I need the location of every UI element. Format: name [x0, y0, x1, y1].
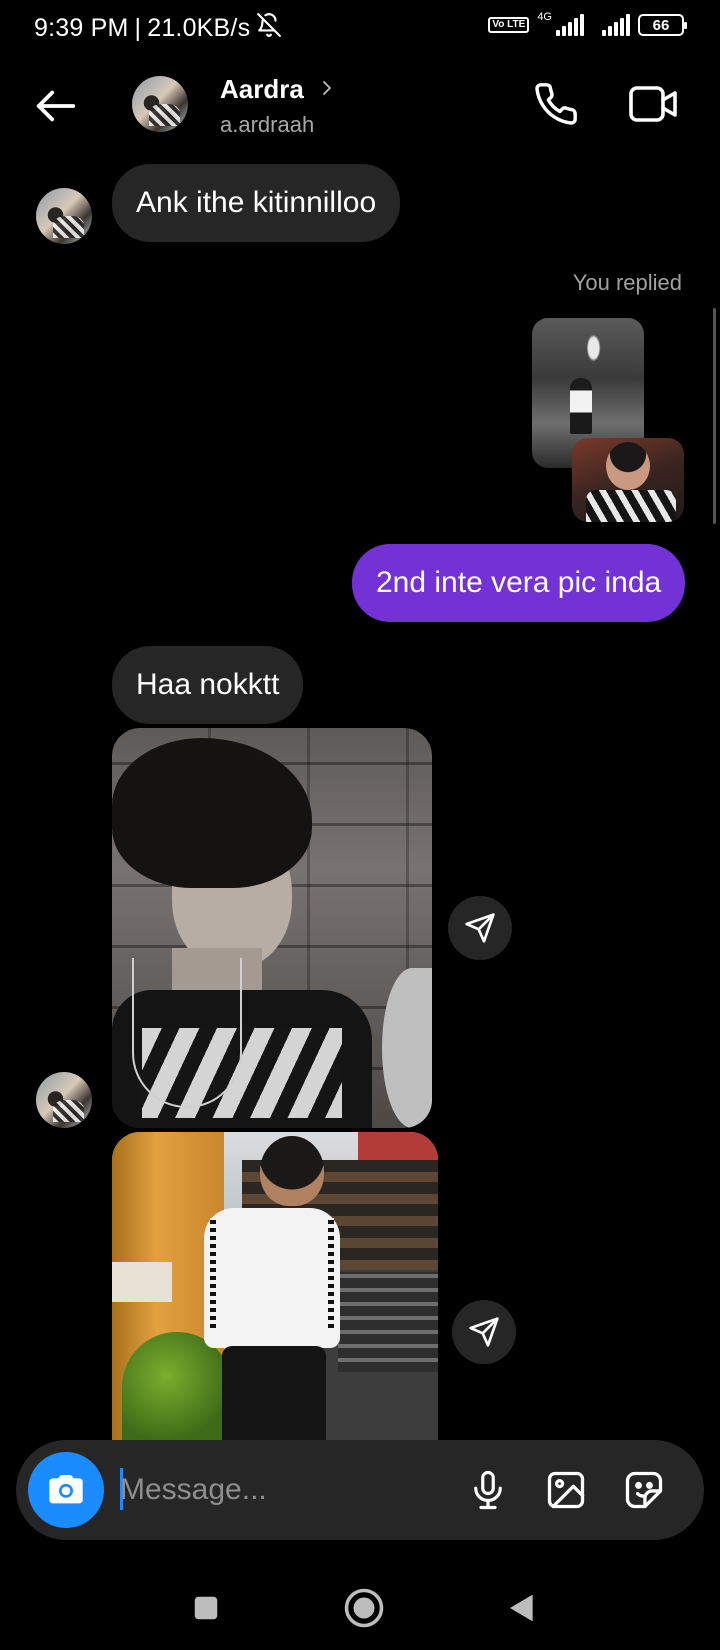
- video-call-button[interactable]: [624, 76, 684, 132]
- share-button[interactable]: [448, 896, 512, 960]
- status-right: Vo LTE 4G 66: [488, 11, 687, 36]
- signal-icon: [556, 14, 584, 36]
- status-time: 9:39 PM: [34, 14, 129, 42]
- status-speed: 21.0KB/s: [147, 14, 251, 42]
- reply-label: You replied: [572, 270, 682, 295]
- contact-name[interactable]: Aardra: [220, 74, 304, 105]
- status-left: 9:39 PM | 21.0KB/s: [34, 12, 282, 45]
- message-photo[interactable]: [112, 728, 432, 1128]
- image-icon: [547, 1471, 585, 1509]
- contact-avatar[interactable]: [132, 76, 188, 132]
- message-text: Ank ithe kitinnilloo: [136, 186, 377, 219]
- network-type: 4G: [537, 11, 552, 23]
- gallery-button[interactable]: [538, 1462, 594, 1518]
- contact-handle[interactable]: a.ardraah: [220, 112, 314, 138]
- recents-button[interactable]: [180, 1582, 232, 1634]
- message-text: Haa nokktt: [136, 668, 280, 701]
- circle-icon: [344, 1588, 384, 1628]
- chat-header: Aardra a.ardraah: [0, 56, 720, 156]
- status-separator: |: [134, 14, 142, 42]
- back-button[interactable]: [28, 78, 84, 134]
- message-bubble-incoming[interactable]: Haa nokktt: [112, 646, 304, 724]
- phone-icon: [535, 83, 577, 125]
- battery-icon: 66: [638, 14, 687, 36]
- triangle-left-icon: [510, 1594, 533, 1622]
- message-input[interactable]: [120, 1462, 460, 1518]
- sticker-button[interactable]: [616, 1462, 672, 1518]
- nav-back-button[interactable]: [496, 1582, 548, 1634]
- scrollbar[interactable]: [713, 308, 716, 524]
- message-bubble-incoming[interactable]: Ank ithe kitinnilloo: [112, 164, 401, 242]
- bell-off-icon: [256, 12, 282, 45]
- send-icon: [465, 913, 495, 943]
- sender-avatar[interactable]: [36, 188, 92, 244]
- square-icon: [194, 1596, 218, 1620]
- battery-level: 66: [652, 16, 670, 34]
- microphone-icon: [474, 1470, 502, 1510]
- sticker-icon: [625, 1471, 663, 1509]
- message-composer: [16, 1440, 704, 1540]
- replied-story-image-2[interactable]: [572, 438, 684, 522]
- audio-call-button[interactable]: [528, 76, 584, 132]
- camera-icon: [49, 1475, 83, 1504]
- status-bar: 9:39 PM | 21.0KB/s Vo LTE 4G 66: [0, 0, 720, 56]
- message-thread[interactable]: Ank ithe kitinnilloo You replied 2nd int…: [0, 156, 720, 1440]
- arrow-left-icon: [36, 90, 76, 122]
- voice-message-button[interactable]: [460, 1462, 516, 1518]
- video-camera-icon: [629, 86, 677, 122]
- camera-button[interactable]: [28, 1452, 104, 1528]
- chevron-right-icon: [323, 81, 331, 95]
- message-photo[interactable]: [112, 1132, 438, 1440]
- home-button[interactable]: [334, 1578, 394, 1638]
- share-button[interactable]: [452, 1300, 516, 1364]
- signal-icon-2: [602, 14, 630, 36]
- message-bubble-outgoing[interactable]: 2nd inte vera pic inda: [352, 544, 686, 622]
- send-icon: [469, 1317, 499, 1347]
- system-nav-bar: [0, 1556, 720, 1650]
- message-text: 2nd inte vera pic inda: [376, 566, 662, 599]
- sender-avatar[interactable]: [36, 1072, 92, 1128]
- volte-icon: Vo LTE: [488, 17, 530, 33]
